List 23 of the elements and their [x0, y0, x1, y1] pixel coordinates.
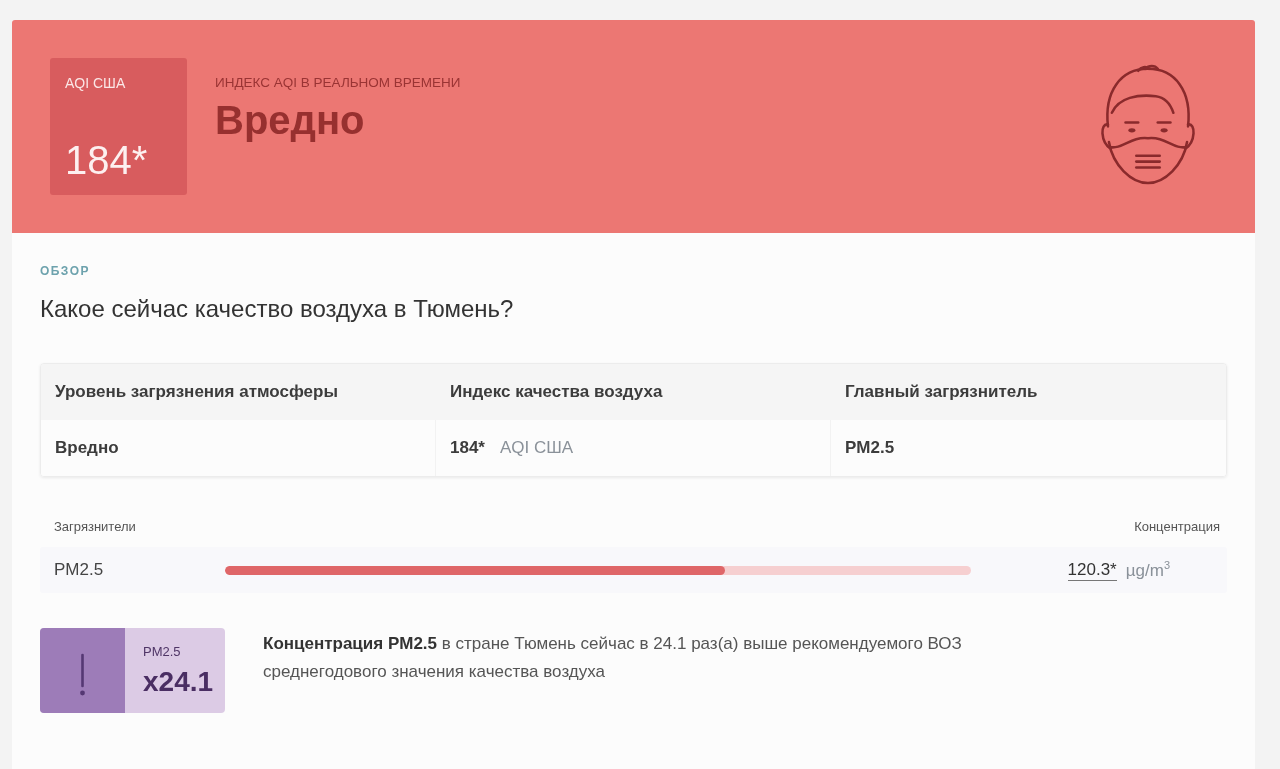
badge-pollutant: PM2.5 [143, 644, 181, 660]
column-header: Главный загрязнитель [844, 381, 1039, 403]
column-label: Загрязнители [54, 519, 136, 535]
pollutant-name: PM2.5 [54, 560, 105, 580]
air-quality-status: Вредно [215, 97, 365, 144]
section-label: ОБЗОР [40, 263, 91, 279]
banner-caption: ИНДЕКС AQI В РЕАЛЬНОМ ВРЕМЕНИ [215, 75, 461, 91]
unit-label: µg/m$^{3}$ [1125, 558, 1170, 581]
aqi-scale-label: AQI США [65, 75, 126, 92]
column-header: Уровень загрязнения атмосферы [54, 381, 339, 403]
exclamation-icon [40, 628, 125, 713]
cell-value: 184* [450, 438, 485, 458]
column-label: Концентрация [1134, 519, 1220, 535]
section-heading: Какое сейчас качество воздуха в Тюмень? [40, 294, 515, 324]
advisory-text: Концентрация PM2.5 в стране Тюмень сейчас в 24.1 раз(а) выше рекомендуемого ВОЗ среднегодового значения качества воздуха [263, 633, 963, 683]
unit-label: AQI США [500, 438, 574, 458]
concentration-value: 120.3* [1067, 560, 1117, 582]
masked-person-icon [1099, 62, 1197, 187]
table-cell: Вредно [41, 420, 436, 476]
column-header: Индекс качества воздуха [449, 381, 664, 403]
table-cell-text: PM2.5 [844, 437, 896, 459]
multiplier-value: x24.1 [143, 665, 214, 699]
aqi-value: 184* [65, 137, 148, 183]
